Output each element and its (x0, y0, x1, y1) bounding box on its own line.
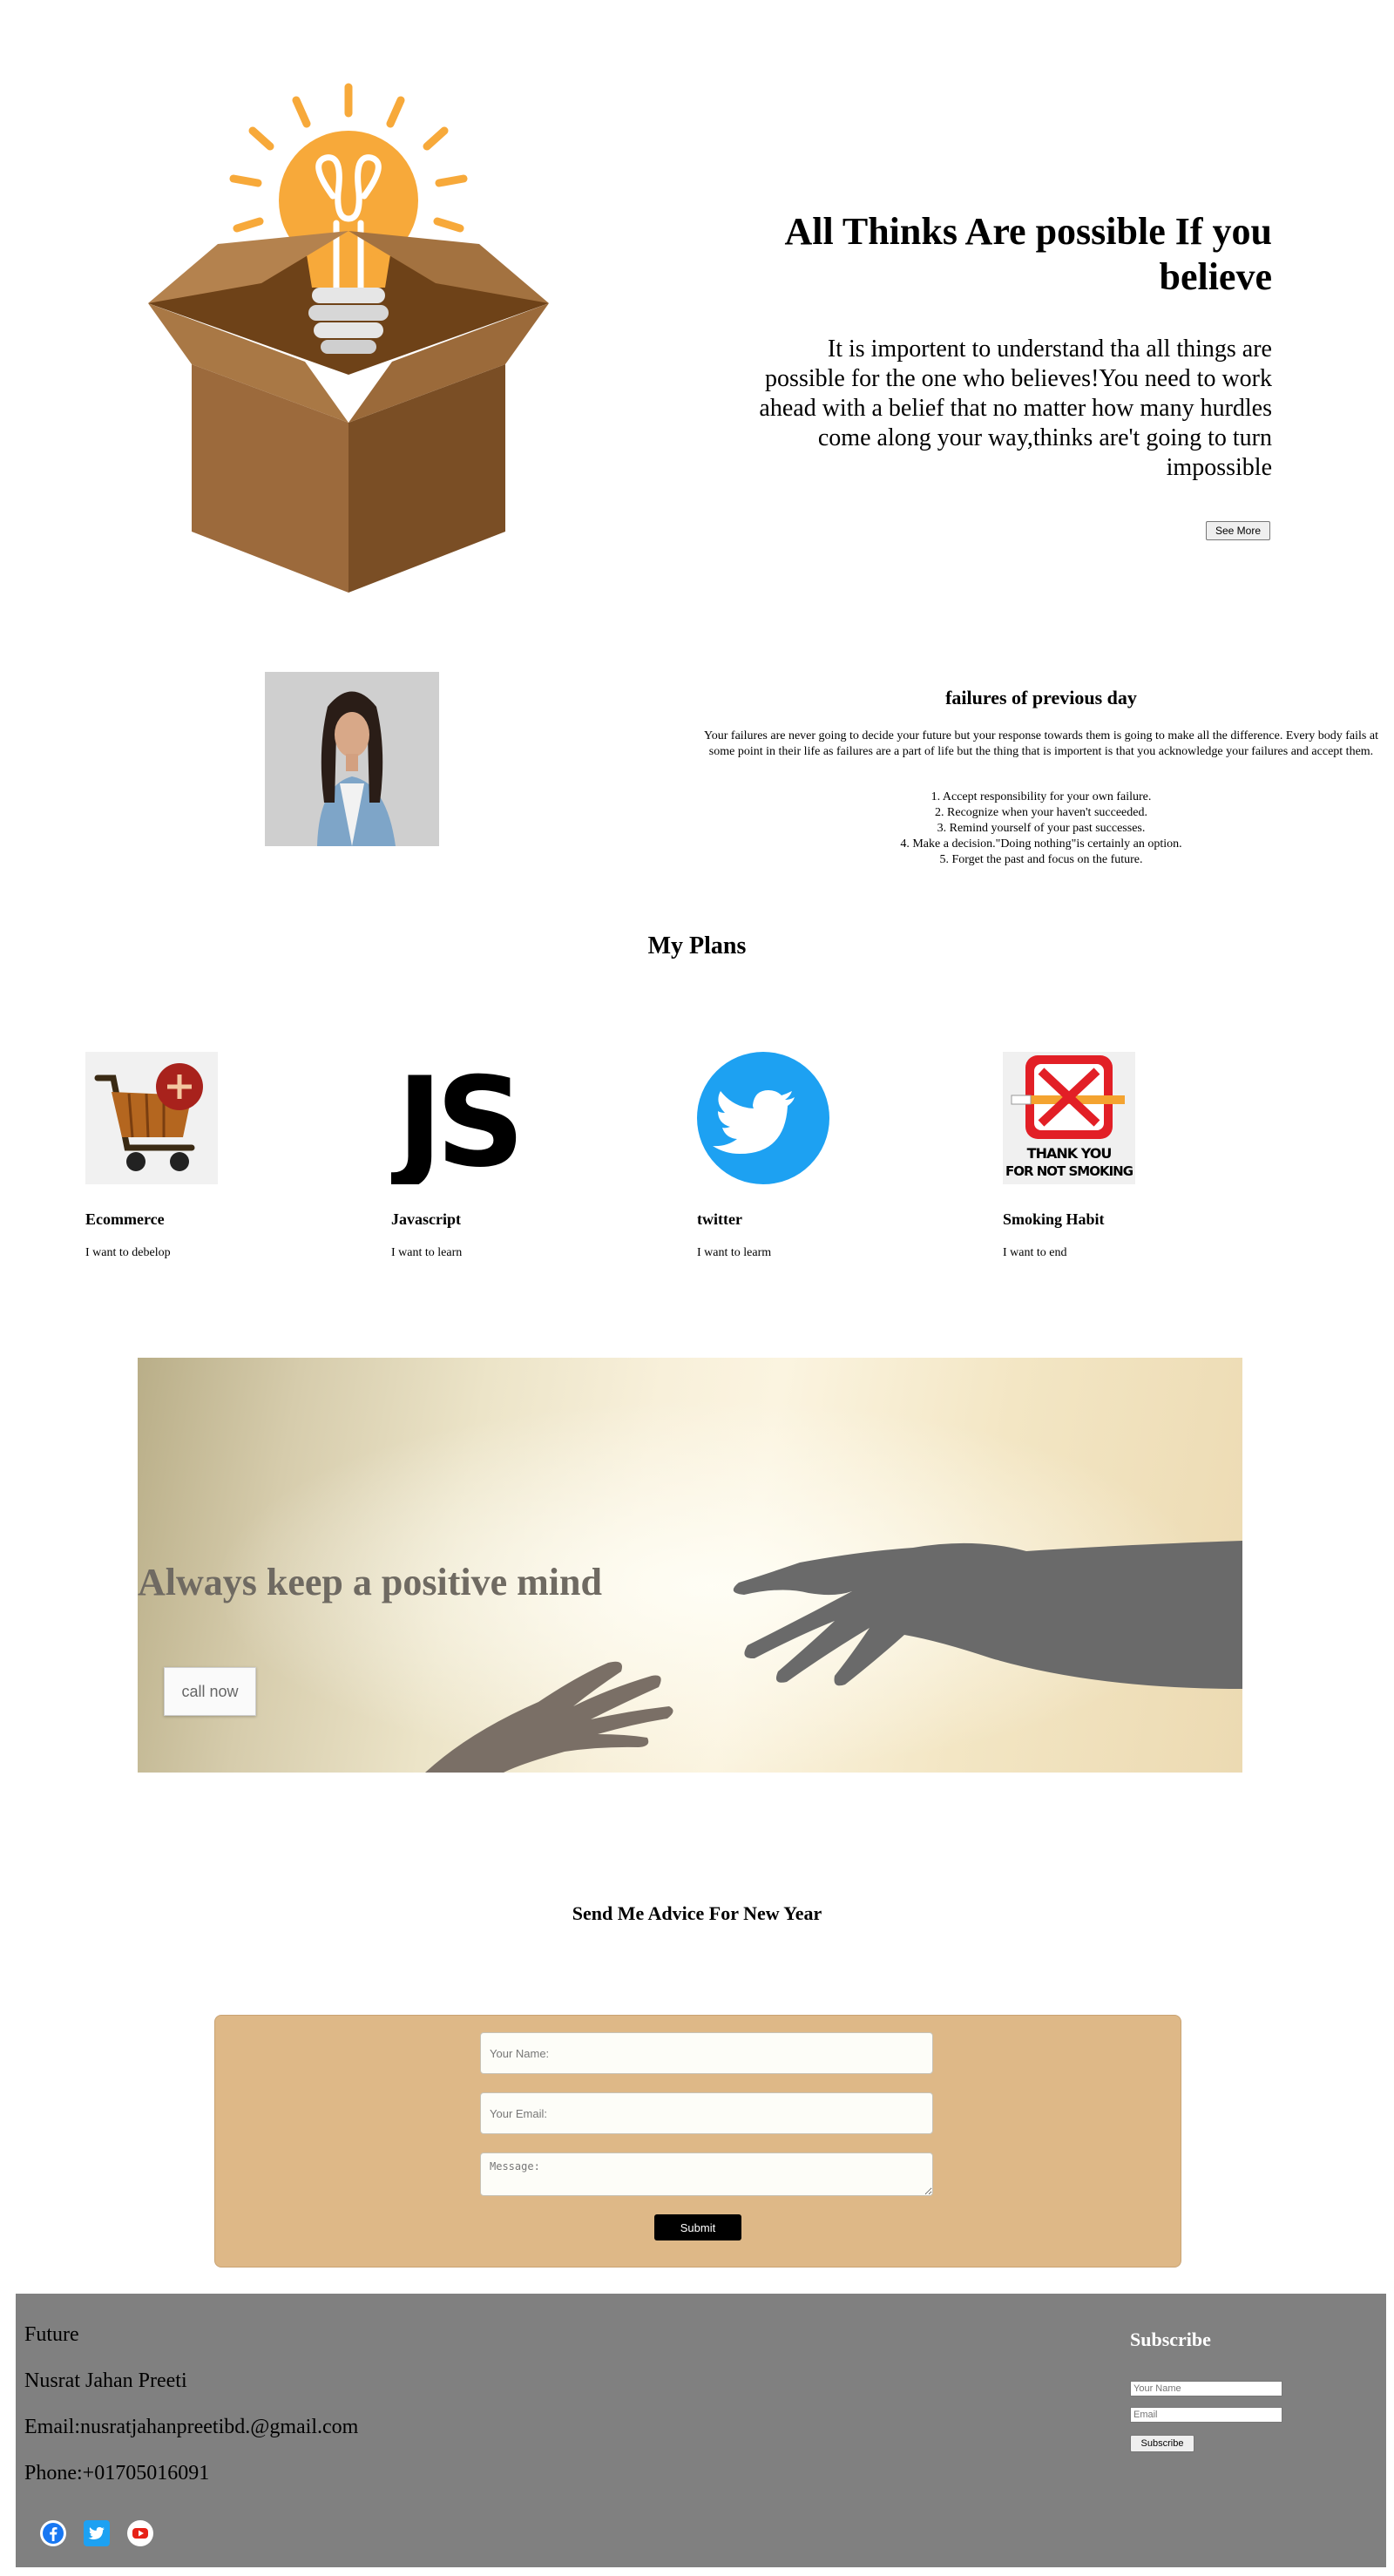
list-item: 1. Accept responsibility for your own fa… (930, 790, 1152, 803)
portrait-photo (265, 672, 439, 846)
list-item: 3. Remind yourself of your past successe… (937, 822, 1146, 835)
lightbulb-box-icon (148, 83, 549, 593)
failures-text: Your failures are never going to decide … (704, 729, 1378, 758)
call-now-button[interactable]: call now (164, 1667, 256, 1716)
email-input[interactable] (480, 2092, 933, 2134)
list-item: 2. Recognize when your haven't succeeded… (935, 806, 1147, 819)
subscribe-email-input[interactable] (1130, 2407, 1282, 2423)
facebook-icon[interactable] (40, 2520, 66, 2546)
shopping-cart-icon (85, 1052, 218, 1184)
hero-lightbulb-box-illustration (131, 70, 566, 610)
message-input[interactable] (480, 2152, 933, 2196)
plans-title: My Plans (647, 932, 747, 959)
failures-title: failures of previous day (945, 687, 1137, 708)
plan-text: I want to learn (391, 1246, 463, 1259)
name-input[interactable] (480, 2032, 933, 2074)
plan-text: I want to debelop (85, 1246, 171, 1259)
svg-text:THANK YOU: THANK YOU (1027, 1145, 1112, 1162)
advice-title: Send Me Advice For New Year (572, 1902, 822, 1924)
plan-title: twitter (697, 1210, 742, 1228)
advice-form: Submit (214, 2015, 1181, 2268)
failures-list: 1. Accept responsibility for your own fa… (697, 790, 1385, 868)
plan-card-twitter: twitter I want to learm (697, 1052, 985, 1260)
plan-text: I want to end (1003, 1246, 1067, 1259)
banner-title: Always keep a positive mind (138, 1561, 602, 1603)
plan-text: I want to learm (697, 1246, 772, 1259)
footer-name: Nusrat Jahan Preeti (24, 2369, 187, 2392)
subscribe-button[interactable]: Subscribe (1130, 2435, 1194, 2452)
footer-brand: Future (24, 2323, 79, 2346)
no-smoking-icon: THANK YOU FOR NOT SMOKING (1003, 1052, 1135, 1184)
footer: Future Nusrat Jahan Preeti Email:nusratj… (16, 2294, 1386, 2567)
youtube-icon[interactable] (127, 2520, 153, 2546)
twitter-icon[interactable] (84, 2520, 110, 2546)
plan-title: Javascript (391, 1210, 461, 1228)
twitter-bird-icon (697, 1052, 829, 1184)
list-item: 5. Forget the past and focus on the futu… (939, 853, 1143, 866)
footer-phone: Phone:+01705016091 (24, 2462, 210, 2484)
subscribe-name-input[interactable] (1130, 2381, 1282, 2396)
plan-card-javascript: JS Javascript I want to learn (389, 1051, 679, 1260)
subscribe-title: Subscribe (1130, 2329, 1211, 2350)
hero-text: It is importent to understand tha all th… (759, 336, 1272, 481)
js-logo-icon: JS (389, 1051, 524, 1195)
plan-card-smoking-habit: THANK YOU FOR NOT SMOKING Smoking Habit … (1003, 1052, 1290, 1260)
svg-text:FOR NOT SMOKING: FOR NOT SMOKING (1005, 1163, 1133, 1179)
plan-title: Ecommerce (85, 1210, 165, 1228)
list-item: 4. Make a decision."Doing nothing"is cer… (900, 837, 1182, 851)
hero-title: All Thinks Are possible If you believe (784, 210, 1272, 298)
footer-email: Email:nusratjahanpreetibd.@gmail.com (24, 2416, 359, 2438)
see-more-button[interactable]: See More (1206, 521, 1270, 540)
plan-card-ecommerce: Ecommerce I want to debelop (85, 1052, 373, 1260)
svg-text:JS: JS (391, 1052, 518, 1184)
plan-title: Smoking Habit (1003, 1210, 1105, 1228)
positive-mind-banner: Always keep a positive mind call now (138, 1358, 1242, 1773)
submit-button[interactable]: Submit (654, 2214, 741, 2240)
